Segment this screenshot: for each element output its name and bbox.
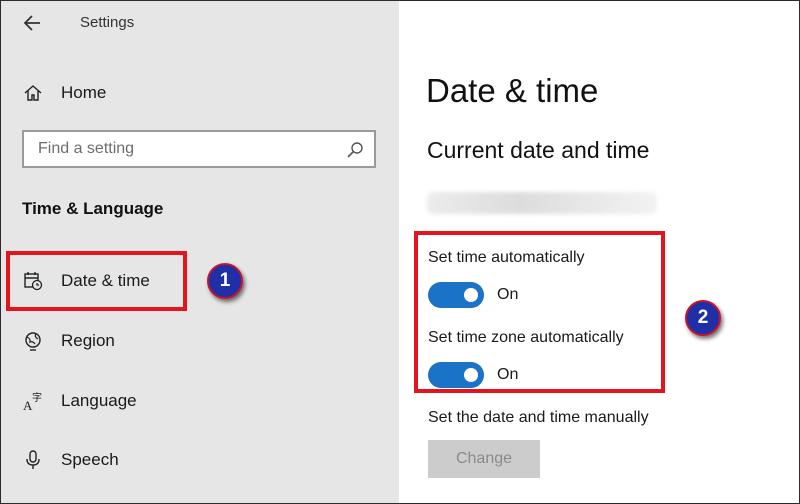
search-icon xyxy=(347,142,363,158)
step-badge-2: 2 xyxy=(685,300,721,336)
back-arrow-icon xyxy=(23,15,40,31)
page-title: Date & time xyxy=(426,72,599,109)
sidebar-item-label: Region xyxy=(61,331,115,350)
microphone-icon xyxy=(22,449,44,471)
app-title: Settings xyxy=(80,14,135,31)
main-content: Date & time Current date and time Set ti… xyxy=(399,0,800,504)
sidebar-item-language[interactable]: A 字 Language xyxy=(0,378,399,424)
home-icon xyxy=(22,82,44,104)
sidebar-item-region[interactable]: Region xyxy=(0,318,399,364)
sidebar: Settings Home Find a setting Time & Lang… xyxy=(0,0,399,504)
manual-date-time-label: Set the date and time manually xyxy=(428,409,649,426)
highlight-box-date-time xyxy=(6,251,187,311)
language-icon: A 字 xyxy=(22,390,44,412)
sidebar-item-label: Home xyxy=(61,83,107,102)
svg-text:字: 字 xyxy=(32,391,42,404)
sidebar-item-home[interactable]: Home xyxy=(0,70,399,116)
change-button[interactable]: Change xyxy=(428,440,540,478)
current-date-time-blurred xyxy=(427,192,657,214)
search-input[interactable]: Find a setting xyxy=(22,130,376,168)
highlight-box-toggles xyxy=(414,231,665,393)
back-button[interactable] xyxy=(20,10,46,36)
sidebar-item-speech[interactable]: Speech xyxy=(0,437,399,483)
globe-icon xyxy=(22,330,44,352)
sidebar-item-label: Language xyxy=(61,391,137,410)
step-badge-1: 1 xyxy=(207,263,243,299)
section-heading: Current date and time xyxy=(427,137,650,163)
sidebar-item-label: Speech xyxy=(61,450,119,469)
section-title: Time & Language xyxy=(22,199,164,218)
search-placeholder: Find a setting xyxy=(38,140,135,157)
